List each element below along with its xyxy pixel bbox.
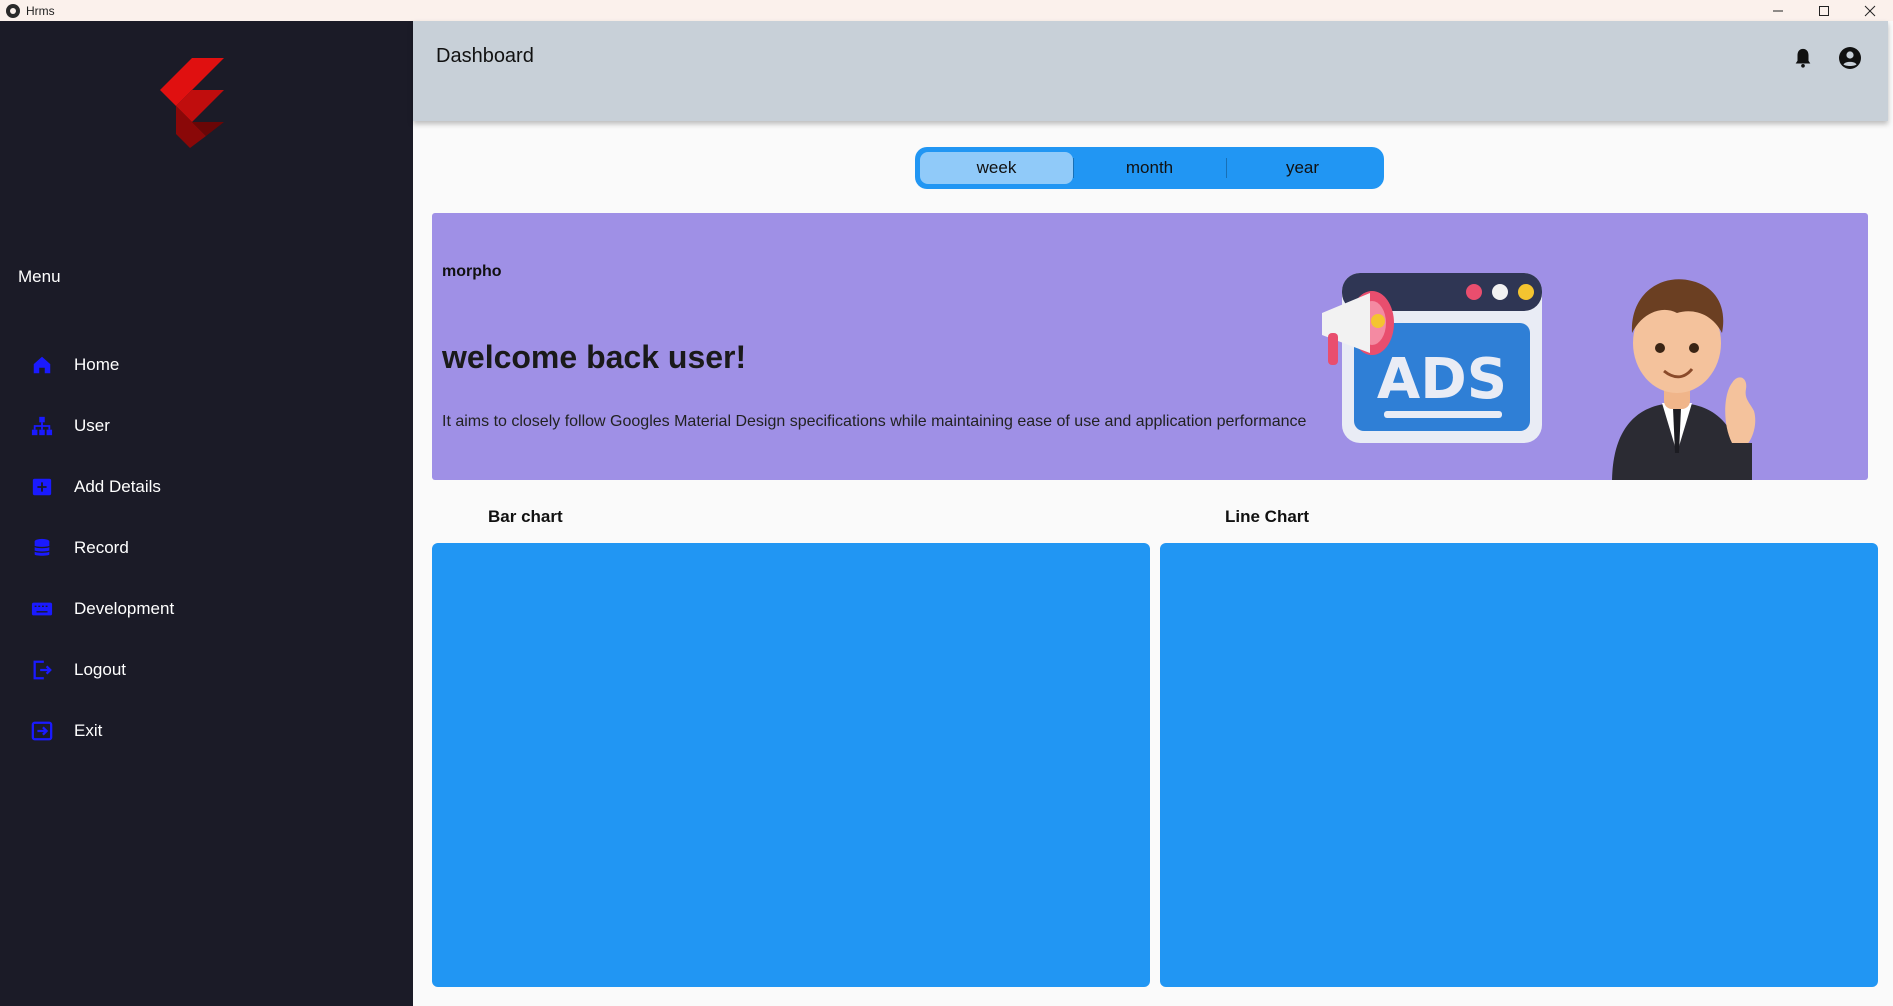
close-button[interactable] bbox=[1847, 0, 1893, 21]
app-icon bbox=[6, 3, 20, 18]
sidebar-item-label: Development bbox=[74, 599, 175, 618]
welcome-banner: morpho welcome back user! It aims to clo… bbox=[432, 213, 1868, 480]
window-controls bbox=[1755, 0, 1893, 21]
line-chart-panel bbox=[1160, 543, 1878, 987]
flutter-logo bbox=[160, 58, 224, 148]
line-chart-title: Line Chart bbox=[1225, 507, 1310, 526]
sidebar-item-record[interactable]: Record bbox=[0, 520, 413, 576]
sitemap-icon bbox=[30, 414, 54, 438]
banner-headline: welcome back user! bbox=[442, 339, 747, 375]
sidebar-item-label: Exit bbox=[74, 721, 103, 740]
notifications-button[interactable] bbox=[1788, 43, 1818, 73]
home-icon bbox=[30, 353, 54, 377]
minimize-icon bbox=[1773, 10, 1783, 11]
database-icon bbox=[30, 536, 54, 560]
app-header: Dashboard bbox=[413, 21, 1888, 121]
period-toggle: week month year bbox=[915, 147, 1384, 189]
businessman-illustration bbox=[1612, 279, 1756, 480]
sidebar: Menu Home User Add Details Record Develo… bbox=[0, 21, 413, 1006]
sidebar-item-label: Home bbox=[74, 355, 120, 374]
bar-chart-title: Bar chart bbox=[488, 507, 563, 526]
banner-description: It aims to closely follow Googles Materi… bbox=[442, 413, 1307, 430]
ads-text: ADS bbox=[1377, 347, 1507, 412]
sidebar-item-add-details[interactable]: Add Details bbox=[0, 459, 413, 515]
add-box-icon bbox=[30, 475, 54, 499]
ads-megaphone-illustration: ADS bbox=[1322, 273, 1542, 443]
exit-icon bbox=[30, 719, 54, 743]
bar-chart-panel bbox=[432, 543, 1150, 987]
page-title: Dashboard bbox=[436, 45, 534, 67]
menu-heading: Menu bbox=[18, 267, 61, 286]
account-button[interactable] bbox=[1835, 43, 1865, 73]
sidebar-item-logout[interactable]: Logout bbox=[0, 642, 413, 698]
toggle-month[interactable]: month bbox=[1073, 152, 1226, 184]
sidebar-item-home[interactable]: Home bbox=[0, 337, 413, 393]
sidebar-item-user[interactable]: User bbox=[0, 398, 413, 454]
sidebar-item-label: Logout bbox=[74, 660, 126, 679]
toggle-week[interactable]: week bbox=[920, 152, 1073, 184]
window-titlebar: Hrms bbox=[0, 0, 1893, 21]
maximize-button[interactable] bbox=[1801, 0, 1847, 21]
banner-brand: morpho bbox=[442, 263, 502, 280]
close-icon bbox=[1864, 5, 1876, 16]
sidebar-item-exit[interactable]: Exit bbox=[0, 703, 413, 759]
window-title: Hrms bbox=[26, 3, 55, 18]
sidebar-item-label: User bbox=[74, 416, 110, 435]
keyboard-icon bbox=[30, 597, 54, 621]
maximize-icon bbox=[1819, 5, 1829, 16]
logout-icon bbox=[30, 658, 54, 682]
sidebar-item-label: Add Details bbox=[74, 477, 161, 496]
account-circle-icon bbox=[1839, 47, 1861, 69]
toggle-year[interactable]: year bbox=[1226, 152, 1379, 184]
minimize-button[interactable] bbox=[1755, 0, 1801, 21]
sidebar-item-label: Record bbox=[74, 538, 129, 557]
sidebar-item-development[interactable]: Development bbox=[0, 581, 413, 637]
bell-icon bbox=[1795, 48, 1811, 68]
